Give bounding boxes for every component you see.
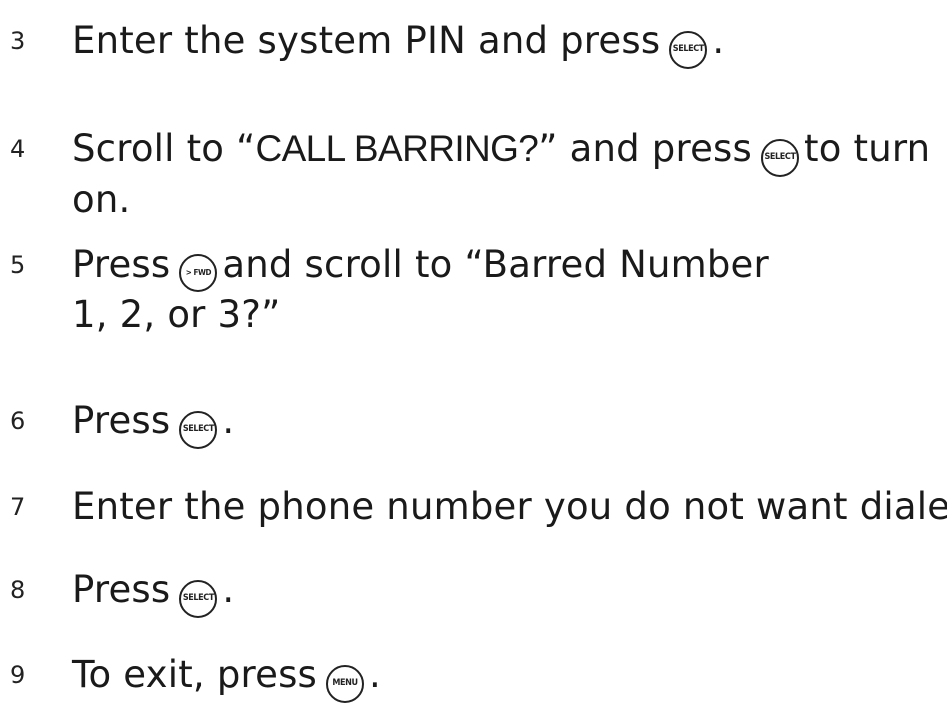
step-number: 4	[10, 135, 26, 163]
step-text: Press > FWD and scroll to “Barred Number 1…	[72, 243, 769, 336]
step-number: 8	[10, 576, 26, 604]
step-number: 3	[10, 27, 26, 55]
select-key-icon: SELECT	[669, 31, 708, 69]
select-key-icon: SELECT	[179, 411, 218, 449]
select-key-icon: SELECT	[179, 580, 218, 618]
step-text: Press SELECT.	[72, 398, 944, 449]
menu-option-label: CALL BARRING?	[255, 128, 539, 169]
step-number: 7	[10, 493, 26, 521]
step-text: Press SELECT.	[72, 567, 944, 618]
step-text: To exit, press MENU.	[72, 652, 944, 703]
step-number: 6	[10, 407, 26, 435]
step-text: Scroll to “CALL BARRING?” and press SELEC…	[72, 127, 931, 221]
step-number: 5	[10, 251, 26, 279]
step-number: 9	[10, 661, 26, 689]
fwd-key-icon: > FWD	[179, 254, 218, 292]
menu-key-icon: MENU	[326, 665, 365, 703]
step-text: Enter the phone number you do not want d…	[72, 485, 947, 528]
select-key-icon: SELECT	[761, 139, 800, 177]
step-text: Enter the system PIN and press SELECT.	[72, 18, 944, 69]
